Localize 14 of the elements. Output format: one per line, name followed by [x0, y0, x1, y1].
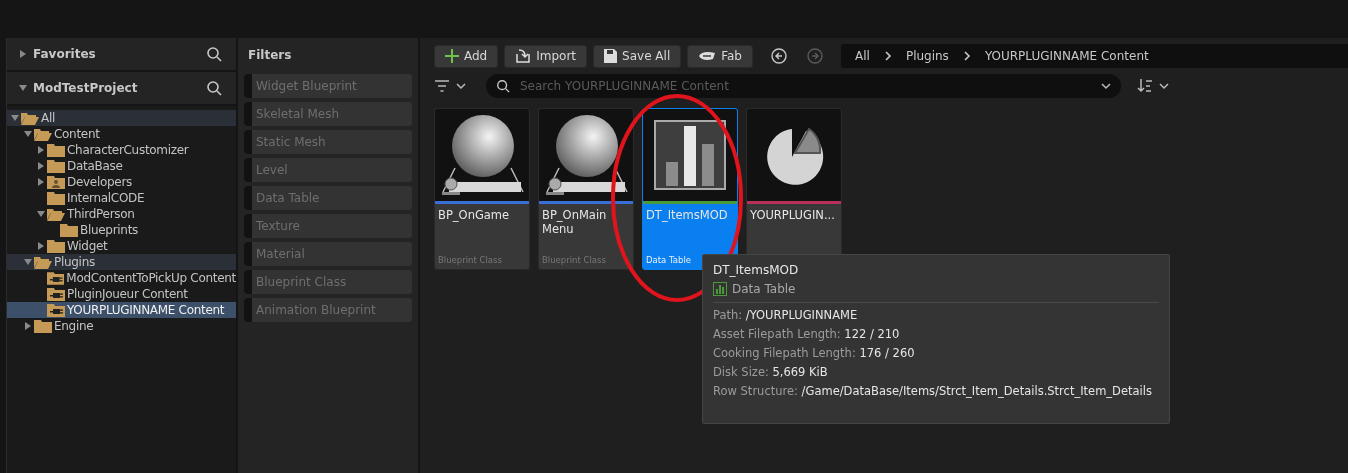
asset-name: BP_OnMain Menu — [541, 207, 608, 238]
tooltip-type: Data Table — [732, 282, 796, 296]
tooltip-detail: Asset Filepath Length: 122 / 210 — [713, 327, 901, 341]
filters-title: Filters — [247, 48, 293, 62]
asset-name: DT_ItemsMOD — [645, 207, 729, 224]
asset-name: YOURPLUGIN... — [749, 207, 836, 224]
tooltip-detail: Row Structure: /Game/DataBase/Items/Strct_Item_Details.Strct_Item_Details — [713, 384, 1153, 398]
asset-type: Blueprint Class — [437, 255, 503, 267]
asset-name: BP_OnGame — [437, 207, 511, 224]
asset-type: Blueprint Class — [541, 255, 607, 267]
tooltip-detail: Disk Size: 5,669 KiB — [713, 365, 829, 379]
tooltip-detail: Cooking Filepath Length: 176 / 260 — [713, 346, 916, 360]
asset-type: Data Table — [645, 255, 692, 267]
tooltip-detail: Path: /YOURPLUGINNAME — [713, 308, 859, 322]
